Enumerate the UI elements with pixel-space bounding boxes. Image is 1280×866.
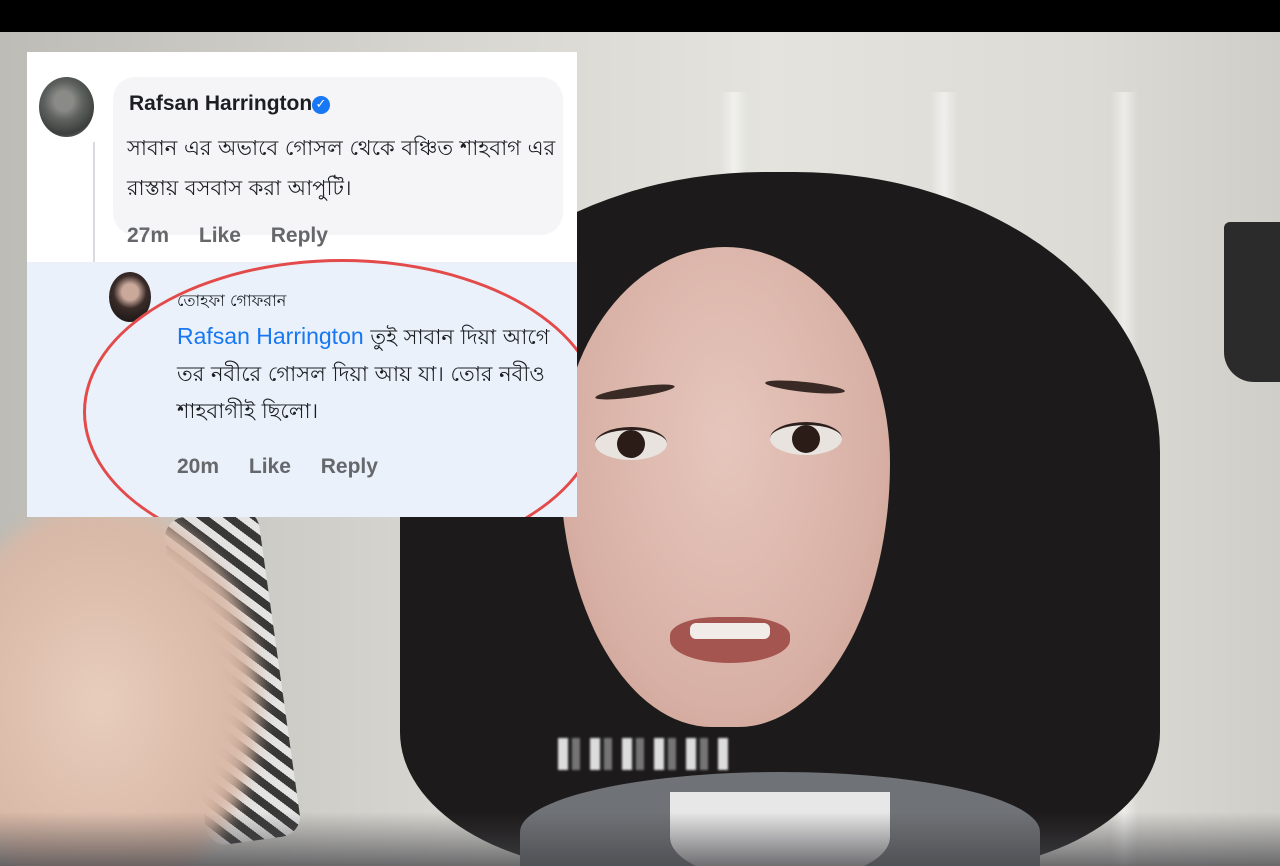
comment-text: সাবান এর অভাবে গোসল থেকে বঞ্চিত শাহবাগ এ… — [127, 136, 556, 200]
blurred-watermark — [558, 738, 728, 770]
reply-button[interactable]: Reply — [271, 224, 328, 247]
left-eye — [595, 427, 667, 460]
background-object — [1224, 222, 1280, 382]
comment-time[interactable]: 27m — [127, 224, 169, 247]
mouth — [670, 617, 790, 663]
teeth — [690, 623, 770, 639]
left-eyebrow — [594, 381, 676, 403]
top-letterbox — [0, 0, 1280, 32]
right-eyebrow — [764, 377, 846, 397]
comment-author-name[interactable]: Rafsan Harrington — [129, 92, 312, 116]
face — [560, 247, 890, 727]
comment-actions: 27m Like Reply — [127, 224, 352, 248]
bottom-shade — [0, 812, 1280, 866]
like-button[interactable]: Like — [199, 224, 241, 247]
comment-screenshot-card: Rafsan Harrington ✓ সাবান এর অভাবে গোসল … — [27, 52, 577, 517]
right-eye — [770, 422, 842, 455]
verified-badge-icon: ✓ — [312, 96, 330, 114]
avatar[interactable] — [39, 77, 94, 137]
